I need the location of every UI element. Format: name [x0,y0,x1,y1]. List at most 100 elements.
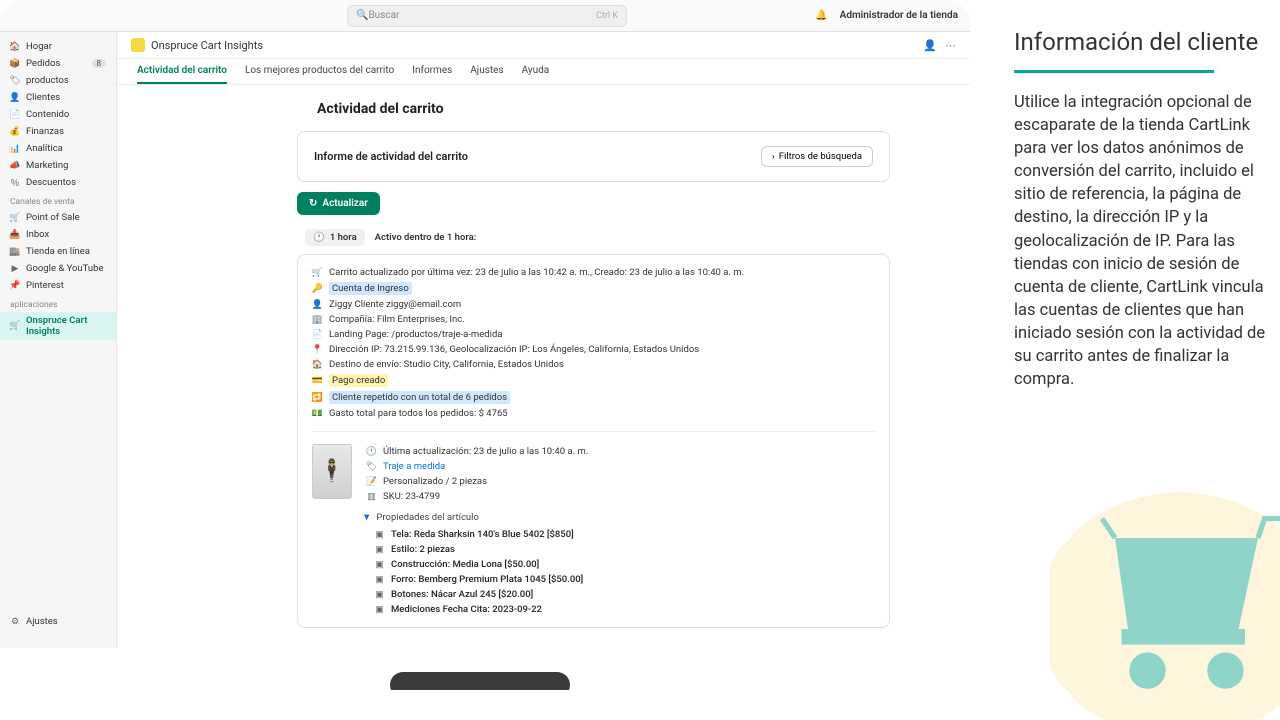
search-placeholder: Buscar [368,10,399,21]
app-header: Onspruce Cart Insights 👤 ⋯ [117,32,970,59]
topbar: 🔍 Buscar Ctrl K 🔔 Administrador de la ti… [0,0,970,32]
money-icon: 💵 [312,408,323,419]
sidebar-item-clientes[interactable]: 👤Clientes [0,89,116,106]
channel-pinterest[interactable]: 📌Pinterest [0,277,116,294]
clock-icon: 🕐 [313,232,325,243]
page-title: Actividad del carrito [317,101,930,117]
product-image: 🕴 [312,444,352,499]
repeat-line: 🔁Cliente repetido con un total de 6 pedi… [312,389,875,406]
login-icon: 🔑 [312,283,323,294]
search-icon: 🔍 [356,10,368,21]
app-name: Onspruce Cart Insights [151,39,263,52]
report-title: Informe de actividad del carrito [314,150,468,163]
bottom-pill [390,672,570,690]
nav-icon: ％ [10,178,20,188]
product-name[interactable]: 🏷Traje a medida [366,459,875,474]
ship-line: 🏠Destino de envío: Studio City, Californ… [312,357,875,372]
sidebar-item-contenido[interactable]: 📄Contenido [0,106,116,123]
refresh-label: Actualizar [322,198,367,209]
prop-icon: ▣ [374,559,385,570]
payment-line: 💳Pago creado [312,372,875,389]
cart-updated-line: 🛒Carrito actualizado por última vez: 23 … [312,265,875,280]
sidebar-item-analítica[interactable]: 📊Analítica [0,140,116,157]
tag-icon: 🏷 [366,461,377,472]
search-input[interactable]: 🔍 Buscar Ctrl K [347,5,627,27]
prop-icon: ▣ [374,589,385,600]
app-item-icon: 🛒 [10,321,20,331]
location-icon: 📍 [312,344,323,355]
props-header[interactable]: ▼ Propiedades del artículo [362,512,875,523]
prop-line: ▣Botones: Nácar Azul 245 [$20.00] [374,587,875,602]
prop-icon: ▣ [374,574,385,585]
page-icon: 📄 [312,329,323,340]
channel-icon: ▶ [10,264,20,274]
tab-ayuda[interactable]: Ayuda [522,65,550,84]
channel-point-of-sale[interactable]: 🛒Point of Sale [0,209,116,226]
channel-inbox[interactable]: 📥Inbox [0,226,116,243]
caret-down-icon: ▼ [362,512,371,523]
gear-icon: ⚙ [10,617,20,627]
cart-detail-card: 🛒Carrito actualizado por última vez: 23 … [297,254,890,628]
badge: 8 [92,59,107,68]
prop-line: ▣Construcción: Media Lona [$50.00] [374,557,875,572]
company-icon: 🏢 [312,314,323,325]
sidebar: 🏠Hogar📦Pedidos8🏷productos👤Clientes📄Conte… [0,32,117,648]
barcode-icon: ▥ [366,491,377,502]
prop-line: ▣Mediciones Fecha Cita: 2023-09-22 [374,602,875,617]
sidebar-item-marketing[interactable]: 📣Marketing [0,157,116,174]
channel-icon: 📥 [10,230,20,240]
customer-line: 👤Ziggy Cliente ziggy@email.com [312,297,875,312]
user-icon[interactable]: 👤 [923,39,937,52]
card-icon: 💳 [312,375,323,386]
sidebar-item-finanzas[interactable]: 💰Finanzas [0,123,116,140]
tab-los-mejores-productos-del-carrito[interactable]: Los mejores productos del carrito [245,65,394,84]
product-updated: 🕐Última actualización: 23 de julio a las… [366,444,875,459]
company-line: 🏢Compañía: Film Enterprises, Inc. [312,312,875,327]
info-title: Información del cliente [1014,28,1266,56]
total-line: 💵Gasto total para todos los pedidos: $ 4… [312,406,875,421]
channel-google-&-youtube[interactable]: ▶Google & YouTube [0,260,116,277]
nav-icon: 🏷 [10,76,20,86]
home-icon: 🏠 [312,359,323,370]
sidebar-item-hogar[interactable]: 🏠Hogar [0,38,116,55]
bell-icon[interactable]: 🔔 [815,10,827,21]
prop-line: ▣Forro: Bemberg Premium Plata 1045 [$50.… [374,572,875,587]
info-underline [1014,70,1214,73]
refresh-icon: ↻ [309,198,317,209]
tab-actividad-del-carrito[interactable]: Actividad del carrito [137,65,227,84]
landing-line: 📄Landing Page: /productos/traje-a-medida [312,327,875,342]
info-text: Utilice la integración opcional de escap… [1014,91,1266,391]
ip-line: 📍Dirección IP: 73.215.99.136, Geolocaliz… [312,342,875,357]
nav-icon: 📣 [10,161,20,171]
channel-tienda-en-línea[interactable]: 🏬Tienda en línea [0,243,116,260]
filters-label: Filtros de búsqueda [779,151,862,162]
nav-icon: 📊 [10,144,20,154]
info-panel: Información del cliente Utilice la integ… [970,0,1280,720]
search-shortcut: Ctrl K [596,11,618,21]
nav-icon: 👤 [10,93,20,103]
channel-icon: 📌 [10,281,20,291]
prop-line: ▣Tela: Reda Sharksin 140's Blue 5402 [$8… [374,527,875,542]
refresh-button[interactable]: ↻ Actualizar [297,192,380,215]
tab-ajustes[interactable]: Ajustes [470,65,503,84]
sidebar-settings[interactable]: ⚙ Ajustes [0,613,116,630]
tab-informes[interactable]: Informes [412,65,452,84]
time-pill[interactable]: 🕐 1 hora [305,229,365,246]
app-icon [131,38,145,52]
prop-icon: ▣ [374,604,385,615]
admin-label[interactable]: Administrador de la tienda [840,10,958,21]
channels-label: Canales de venta [0,191,116,209]
sidebar-item-productos[interactable]: 🏷productos [0,72,116,89]
prop-icon: ▣ [374,544,385,555]
sidebar-item-pedidos[interactable]: 📦Pedidos8 [0,55,116,72]
app-onspruce-cart-insights[interactable]: 🛒Onspruce Cart Insights [0,312,116,340]
sidebar-item-descuentos[interactable]: ％Descuentos [0,174,116,191]
apps-label: aplicaciones [0,294,116,312]
cart-illustration [1050,460,1280,720]
channel-icon: 🏬 [10,247,20,257]
filters-button[interactable]: › Filtros de búsqueda [761,146,873,167]
more-icon[interactable]: ⋯ [945,39,956,52]
note-icon: 📝 [366,476,377,487]
prop-icon: ▣ [374,529,385,540]
settings-label: Ajustes [26,616,58,627]
